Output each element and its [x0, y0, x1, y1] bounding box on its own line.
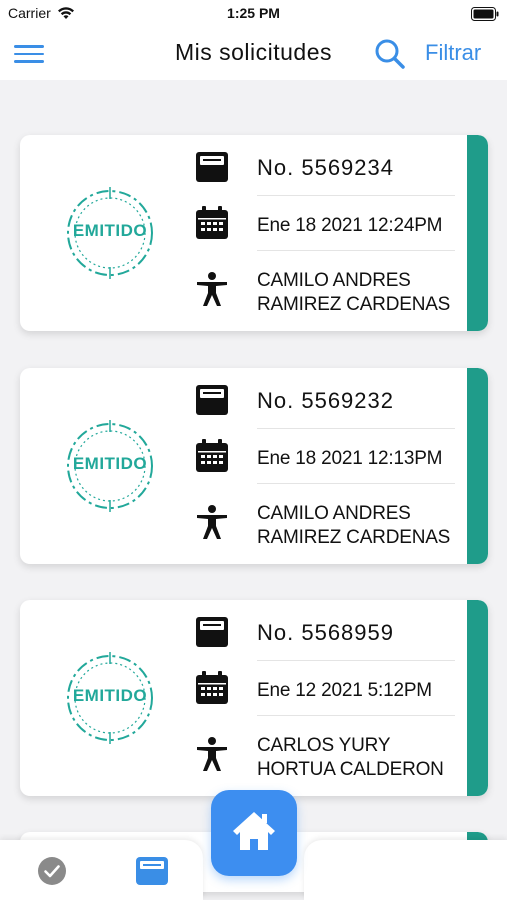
status-accent-bar — [467, 600, 488, 796]
requester-first-names: CAMILO ANDRES — [257, 270, 411, 291]
inbox-tray-icon[interactable] — [135, 856, 169, 886]
divider — [257, 250, 455, 251]
status-bar: Carrier 1:25 PM — [0, 0, 507, 28]
requester-name: CAMILO ANDRES RAMIREZ CARDENAS — [257, 269, 450, 317]
inbox-tray-icon — [196, 617, 228, 647]
battery-icon — [471, 7, 499, 21]
request-number: No. 5569234 — [257, 155, 394, 180]
request-card[interactable]: EMITIDO No. 5569232 Ene 18 2021 12:13PM … — [20, 368, 488, 564]
request-card[interactable]: EMITIDO No. 5568959 Ene 12 2021 5:12PM C… — [20, 600, 488, 796]
request-number: No. 5568959 — [257, 620, 394, 645]
calendar-icon — [196, 206, 228, 239]
person-icon — [197, 272, 227, 306]
person-icon — [197, 737, 227, 771]
inbox-tray-icon — [196, 385, 228, 415]
divider — [257, 715, 455, 716]
requester-first-names: CARLOS YURY — [257, 735, 391, 756]
requester-first-names: CAMILO ANDRES — [257, 503, 411, 524]
requester-last-names: RAMIREZ CARDENAS — [257, 294, 451, 315]
stamp-label: EMITIDO — [72, 686, 148, 705]
tab-bar-left — [0, 840, 203, 900]
tab-bar-right — [304, 840, 507, 900]
request-card[interactable]: EMITIDO No. 5569234 Ene 18 2021 12:24PM … — [20, 135, 488, 331]
filter-button[interactable]: Filtrar — [425, 40, 481, 66]
stamp-label: EMITIDO — [72, 221, 148, 240]
request-date: Ene 12 2021 5:12PM — [257, 680, 432, 701]
check-circle-icon[interactable] — [37, 856, 67, 886]
request-number: No. 5569232 — [257, 388, 394, 413]
home-button[interactable] — [211, 790, 297, 876]
divider — [257, 428, 455, 429]
inbox-tray-icon — [196, 152, 228, 182]
divider — [257, 195, 455, 196]
request-date: Ene 18 2021 12:24PM — [257, 215, 443, 236]
calendar-icon — [196, 439, 228, 472]
calendar-icon — [196, 671, 228, 704]
requester-last-names: HORTUA CALDERON — [257, 759, 444, 780]
search-icon[interactable] — [374, 38, 406, 70]
status-accent-bar — [467, 368, 488, 564]
request-date: Ene 18 2021 12:13PM — [257, 448, 443, 469]
status-time: 1:25 PM — [227, 5, 280, 21]
divider — [257, 660, 455, 661]
requester-name: CAMILO ANDRES RAMIREZ CARDENAS — [257, 502, 450, 550]
app-header: Mis solicitudes Filtrar — [0, 28, 507, 80]
stamp-label: EMITIDO — [72, 454, 148, 473]
home-icon — [233, 812, 275, 850]
requester-last-names: RAMIREZ CARDENAS — [257, 527, 451, 548]
status-accent-bar — [467, 135, 488, 331]
divider — [257, 483, 455, 484]
person-icon — [197, 505, 227, 539]
requester-name: CARLOS YURY HORTUA CALDERON — [257, 734, 444, 782]
